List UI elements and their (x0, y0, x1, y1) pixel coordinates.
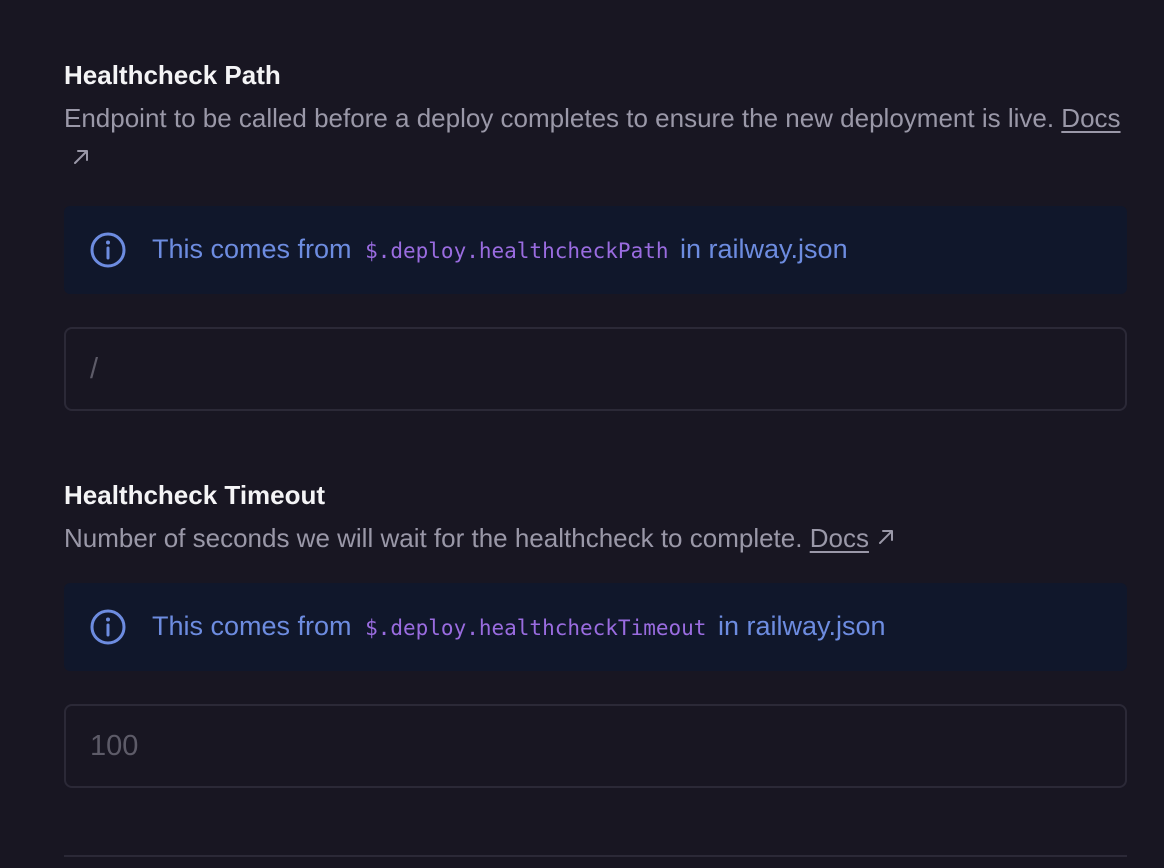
info-suffix: in railway.json (680, 234, 848, 264)
info-prefix: This comes from (152, 611, 352, 641)
info-suffix: in railway.json (717, 611, 886, 641)
healthcheck-timeout-info-banner: This comes from $.deploy.healthcheckTime… (64, 583, 1127, 671)
config-path-code: $.deploy.healthcheckPath (365, 239, 669, 263)
healthcheck-path-description-block: Endpoint to be called before a deploy co… (64, 98, 1127, 178)
healthcheck-timeout-description: Number of seconds we will wait for the h… (64, 523, 803, 553)
section-divider (64, 855, 1127, 857)
info-circle-icon (90, 609, 126, 645)
healthcheck-path-description: Endpoint to be called before a deploy co… (64, 103, 1055, 133)
healthcheck-path-docs-link[interactable]: Docs (1061, 103, 1120, 133)
healthcheck-timeout-section: Healthcheck Timeout Number of seconds we… (64, 478, 1127, 788)
healthcheck-timeout-input[interactable] (64, 704, 1127, 788)
healthcheck-timeout-description-block: Number of seconds we will wait for the h… (64, 518, 1127, 558)
healthcheck-path-section: Healthcheck Path Endpoint to be called b… (64, 58, 1127, 411)
service-settings-page: Healthcheck Path Endpoint to be called b… (0, 0, 1164, 868)
healthcheck-path-title: Healthcheck Path (64, 60, 281, 90)
info-circle-icon (90, 232, 126, 268)
arrow-up-right-icon (878, 530, 893, 544)
healthcheck-path-input[interactable] (64, 327, 1127, 411)
healthcheck-timeout-info-text: This comes from $.deploy.healthcheckTime… (152, 606, 886, 648)
info-prefix: This comes from (152, 234, 352, 264)
healthcheck-timeout-docs-link[interactable]: Docs (810, 523, 869, 553)
healthcheck-timeout-title: Healthcheck Timeout (64, 480, 326, 510)
healthcheck-path-info-banner: This comes from $.deploy.healthcheckPath… (64, 206, 1127, 294)
healthcheck-path-info-text: This comes from $.deploy.healthcheckPath… (152, 229, 848, 271)
arrow-up-right-icon (74, 150, 88, 164)
config-path-code: $.deploy.healthcheckTimeout (365, 616, 707, 640)
